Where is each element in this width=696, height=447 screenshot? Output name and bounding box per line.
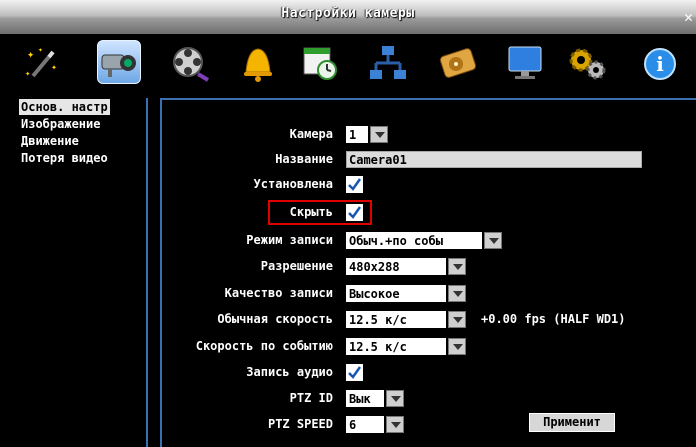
camera-select[interactable]: 1 [346,126,368,143]
monitor-icon[interactable] [503,40,547,84]
film-reel-icon[interactable] [168,40,212,84]
ptz-id-dropdown-icon[interactable] [386,390,404,407]
sidebar-item-image[interactable]: Изображение [19,116,102,132]
svg-text:✦: ✦ [51,62,57,73]
toolbar: ✦ ✦ ✦ ✦ i [8,35,696,88]
normal-speed-label: Обычная скорость [217,312,333,326]
storage-disk-icon[interactable] [436,40,480,84]
ptz-speed-select[interactable]: 6 [346,416,384,433]
hide-highlight-box [268,200,372,225]
alarm-bell-icon[interactable] [236,40,280,84]
record-mode-dropdown-icon[interactable] [484,232,502,249]
checkmark-icon [348,178,362,191]
ptz-id-label: PTZ ID [289,391,333,405]
settings-sidebar: Основ. настр Изображение Движение Потеря… [16,98,148,447]
ptz-id-select[interactable]: Вык [346,390,384,407]
installed-label: Установлена [253,177,333,191]
wizard-wand-icon[interactable]: ✦ ✦ ✦ ✦ [21,40,65,84]
camera-icon[interactable] [97,40,141,84]
ptz-speed-dropdown-icon[interactable] [386,416,404,433]
event-speed-dropdown-icon[interactable] [448,338,466,355]
sidebar-item-video-loss[interactable]: Потеря видео [19,150,110,166]
svg-text:i: i [656,52,664,76]
info-icon[interactable]: i [638,40,682,84]
audio-checkbox[interactable] [346,364,363,381]
window-title: Настройки камеры [281,6,415,21]
record-mode-select[interactable]: Обыч.+по собы [346,232,482,249]
svg-text:✦: ✦ [27,47,34,61]
sidebar-item-motion[interactable]: Движение [19,133,81,149]
camera-dropdown-icon[interactable] [370,126,388,143]
resolution-select[interactable]: 480x288 [346,258,446,275]
schedule-icon[interactable] [299,40,343,84]
close-icon[interactable]: ✕ [684,9,696,25]
camera-name-input[interactable]: Camera01 [346,151,642,168]
title-bar: Настройки камеры ✕ [0,0,696,34]
record-mode-label: Режим записи [246,233,333,247]
svg-text:✦: ✦ [38,45,43,54]
name-label: Название [275,152,333,166]
normal-speed-select[interactable]: 12.5 к/с [346,311,446,328]
event-speed-label: Скорость по событию [195,339,333,353]
sidebar-item-basic[interactable]: Основ. настр [19,99,110,115]
checkmark-icon [348,366,362,379]
quality-select[interactable]: Высокое [346,285,446,302]
camera-label: Камера [289,127,333,141]
svg-text:✦: ✦ [25,69,31,79]
resolution-dropdown-icon[interactable] [448,258,466,275]
network-icon[interactable] [366,40,410,84]
installed-checkbox[interactable] [346,176,363,193]
normal-speed-dropdown-icon[interactable] [448,311,466,328]
ptz-speed-label: PTZ SPEED [267,417,333,431]
quality-dropdown-icon[interactable] [448,285,466,302]
normal-speed-info: +0.00 fps (HALF WD1) [481,312,626,326]
system-gears-icon[interactable] [565,40,609,84]
quality-label: Качество записи [224,286,333,300]
resolution-label: Разрешение [260,259,333,273]
audio-label: Запись аудио [246,365,333,379]
event-speed-select[interactable]: 12.5 к/с [346,338,446,355]
apply-button[interactable]: Применит [529,413,615,432]
